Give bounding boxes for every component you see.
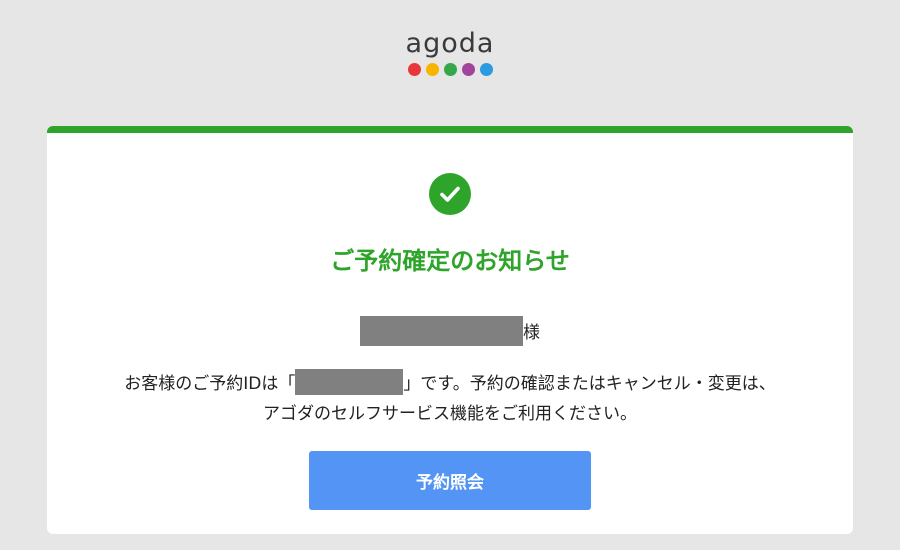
logo-dot-purple — [461, 63, 475, 76]
message-prefix: お客様のご予約IDは「 — [124, 374, 296, 394]
logo-dot-red — [407, 63, 421, 76]
message-line-1: お客様のご予約IDは「 」です。予約の確認またはキャンセル・変更は、 — [47, 369, 853, 399]
check-circle-icon — [429, 173, 471, 215]
logo-dots — [0, 63, 900, 76]
redacted-booking-id — [295, 369, 404, 395]
logo-dot-blue — [479, 63, 493, 76]
logo-wordmark: agoda — [405, 28, 495, 59]
logo-dot-green — [443, 63, 457, 76]
confirmation-message: お客様のご予約IDは「 」です。予約の確認またはキャンセル・変更は、 アゴダのセル… — [47, 369, 853, 429]
message-suffix: 」です。予約の確認またはキャンセル・変更は、 — [403, 374, 776, 394]
checkmark-icon — [440, 186, 460, 202]
message-line-2: アゴダのセルフサービス機能をご利用ください。 — [263, 404, 637, 424]
logo-dot-yellow — [425, 63, 439, 76]
customer-name-line: 様 — [47, 316, 853, 348]
redacted-customer-name — [360, 316, 523, 346]
view-booking-button[interactable]: 予約照会 — [309, 451, 591, 510]
page-title: ご予約確定のお知らせ — [330, 247, 570, 275]
agoda-logo: agoda — [0, 28, 900, 76]
honorific-label: 様 — [523, 323, 540, 343]
confirmation-card: ご予約確定のお知らせ 様 お客様のご予約IDは「 」です。予約の確認またはキャンセ… — [47, 126, 853, 534]
